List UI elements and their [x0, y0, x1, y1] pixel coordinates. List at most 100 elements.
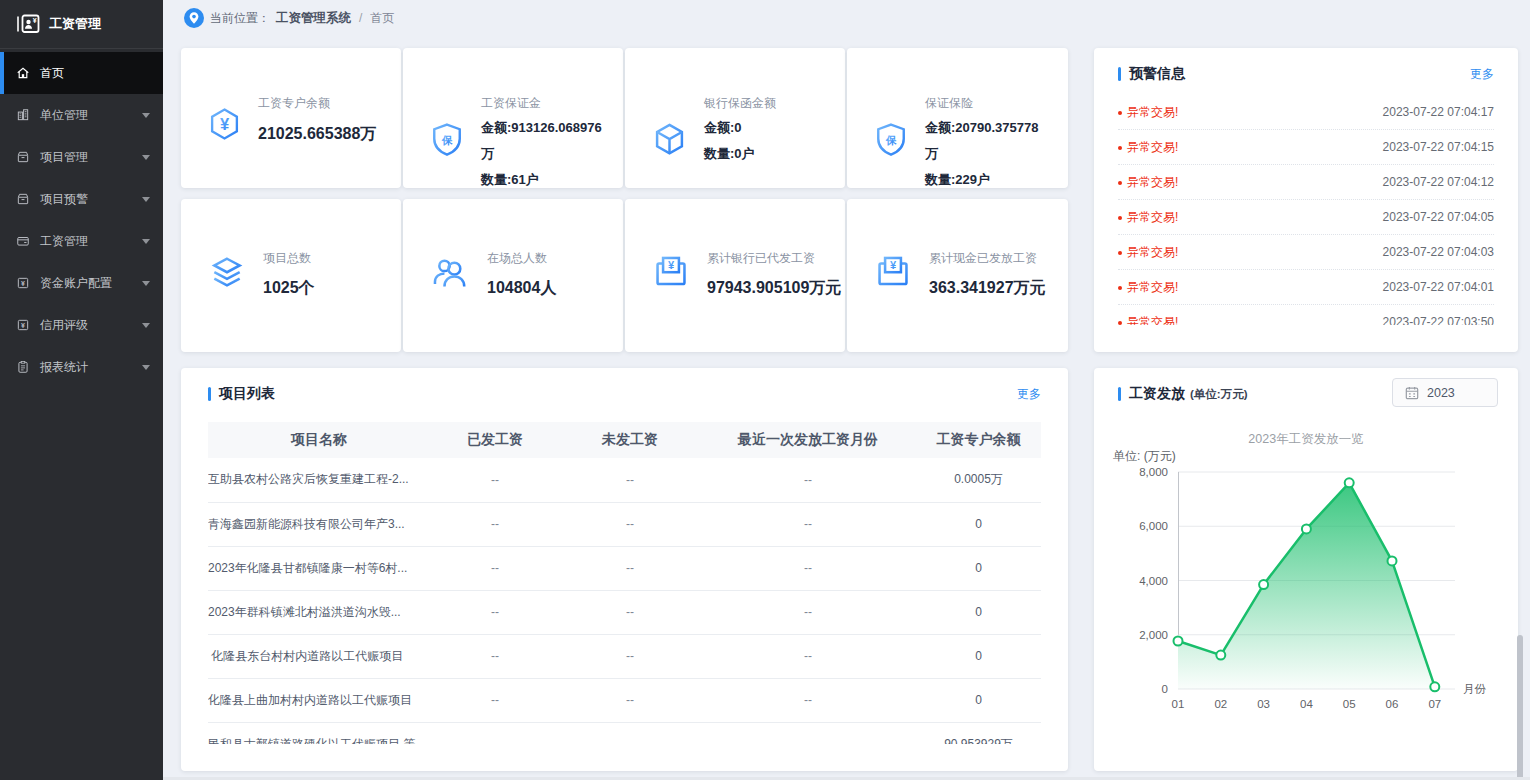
stat-label: 累计现金已发放工资 [929, 250, 1066, 267]
chevron-down-icon [142, 197, 150, 202]
wallet-icon [16, 234, 30, 248]
yen-square-icon: ¥ [16, 276, 30, 290]
cell-last-month: -- [700, 634, 916, 678]
sidebar-menu: 首页 单位管理 项目管理 项目预警 工资管理 [0, 49, 163, 388]
calendar-icon [1405, 386, 1419, 400]
alert-dot-icon [1118, 251, 1122, 255]
vertical-scrollbar-thumb[interactable] [1517, 635, 1523, 780]
cell-balance: 90.953929万 [916, 722, 1041, 744]
box-icon [16, 150, 30, 164]
salary-chart-panel: 工资发放 (单位:万元) 2023 2023年工资发放一览 单位: (万元) 0… [1094, 368, 1518, 771]
alert-item[interactable]: 异常交易! 2023-07-22 07:04:12 [1118, 165, 1494, 200]
alert-text: 异常交易! [1127, 174, 1178, 191]
alerts-list: 异常交易!2023-07-22 07:04:17 异常交易!2023-07-22… [1118, 95, 1494, 325]
stat-card-salary-deposit: 保 工资保证金金额:913126.068976万数量:61户 [403, 48, 623, 188]
svg-text:2,000: 2,000 [1139, 629, 1168, 641]
cell-unpaid: -- [560, 590, 700, 634]
table-row[interactable]: 民和县古鄯镇道路硬化以工代赈项目 等------90.953929万 [208, 722, 1041, 744]
table-row[interactable]: 2023年化隆县甘都镇隆康一村等6村...------0 [208, 546, 1041, 590]
alert-dot-icon [1118, 216, 1122, 220]
home-icon [16, 66, 30, 80]
panel-title-bar [1118, 387, 1121, 401]
alert-time: 2023-07-22 07:04:17 [1383, 105, 1494, 119]
col-last-month: 最近一次发放工资月份 [700, 422, 916, 458]
cell-project-name: 2023年群科镇滩北村溢洪道沟水毁... [208, 590, 430, 634]
stat-card-salary-account-balance: ¥ 工资专户余额21025.665388万 [181, 48, 401, 188]
svg-text:¥: ¥ [21, 322, 25, 329]
cell-balance: 0 [916, 502, 1041, 546]
sidebar-item-project-warning[interactable]: 项目预警 [0, 178, 163, 220]
breadcrumb-root[interactable]: 工资管理系统 [276, 10, 351, 27]
col-project-name: 项目名称 [208, 422, 430, 458]
sidebar-item-label: 首页 [40, 65, 64, 82]
salary-chart-unit: (单位:万元) [1190, 387, 1248, 402]
alert-item[interactable]: 异常交易!2023-07-22 07:04:15 [1118, 130, 1494, 165]
svg-text:04: 04 [1300, 698, 1313, 710]
sidebar-item-fund-account[interactable]: ¥ 资金账户配置 [0, 262, 163, 304]
panel-title-bar [1118, 67, 1121, 81]
projects-table: 项目名称 已发工资 未发工资 最近一次发放工资月份 工资专户余额 互助县农村公路… [208, 422, 1041, 744]
chevron-down-icon [142, 281, 150, 286]
year-selector[interactable]: 2023 [1392, 378, 1498, 407]
alert-item[interactable]: 异常交易!2023-07-22 07:03:50 [1118, 305, 1494, 325]
sidebar-item-reports[interactable]: 报表统计 [0, 346, 163, 388]
breadcrumb-separator: / [359, 11, 362, 25]
alert-item[interactable]: 异常交易!2023-07-22 07:04:03 [1118, 235, 1494, 270]
chevron-down-icon [142, 113, 150, 118]
svg-text:06: 06 [1386, 698, 1399, 710]
cell-last-month: -- [700, 458, 916, 502]
chart-title: 2023年工资发放一览 [1094, 431, 1518, 448]
cell-last-month: -- [700, 546, 916, 590]
sidebar-item-units[interactable]: 单位管理 [0, 94, 163, 136]
stat-label: 在场总人数 [487, 250, 621, 267]
alert-time: 2023-07-22 07:04:12 [1383, 175, 1494, 189]
alerts-panel: 预警信息 更多 异常交易!2023-07-22 07:04:17 异常交易!20… [1094, 48, 1518, 352]
col-balance: 工资专户余额 [916, 422, 1041, 458]
logo-icon: ¥ [16, 13, 42, 35]
stat-value: 363.341927万元 [929, 278, 1066, 299]
alert-text: 异常交易! [1127, 244, 1178, 261]
sidebar-item-home[interactable]: 首页 [0, 52, 163, 94]
stat-card-bank-paid-total: ¥ 累计银行已代发工资97943.905109万元 [625, 199, 845, 352]
chevron-down-icon [142, 239, 150, 244]
cell-balance: 0.0005万 [916, 458, 1041, 502]
cell-balance: 0 [916, 590, 1041, 634]
alert-item[interactable]: 异常交易!2023-07-22 07:04:01 [1118, 270, 1494, 305]
alert-dot-icon [1118, 146, 1122, 150]
shield-bao-icon: 保 [874, 121, 908, 158]
sidebar-item-label: 报表统计 [40, 359, 88, 376]
alert-item[interactable]: 异常交易!2023-07-22 07:04:17 [1118, 95, 1494, 130]
clipboard-icon [16, 360, 30, 374]
people-icon [430, 254, 470, 292]
sidebar-item-salary[interactable]: 工资管理 [0, 220, 163, 262]
alert-item[interactable]: 异常交易!2023-07-22 07:04:05 [1118, 200, 1494, 235]
cell-paid: -- [430, 678, 560, 722]
table-row[interactable]: 青海鑫园新能源科技有限公司年产3...------0 [208, 502, 1041, 546]
col-paid: 已发工资 [430, 422, 560, 458]
table-row[interactable]: 互助县农村公路灾后恢复重建工程-2...------0.0005万 [208, 458, 1041, 502]
table-header-row: 项目名称 已发工资 未发工资 最近一次发放工资月份 工资专户余额 [208, 422, 1041, 458]
alert-text: 异常交易! [1127, 279, 1178, 296]
cell-balance: 0 [916, 634, 1041, 678]
cell-balance: 0 [916, 678, 1041, 722]
sidebar-item-label: 工资管理 [40, 233, 88, 250]
stat-label: 累计银行已代发工资 [707, 250, 843, 267]
sidebar-item-credit-rating[interactable]: ¥ 信用评级 [0, 304, 163, 346]
table-row[interactable]: 化隆县上曲加村村内道路以工代赈项目------0 [208, 678, 1041, 722]
chevron-down-icon [142, 365, 150, 370]
cell-project-name: 青海鑫园新能源科技有限公司年产3... [208, 502, 430, 546]
projects-more-link[interactable]: 更多 [1017, 386, 1041, 403]
alert-time: 2023-07-22 07:04:15 [1383, 140, 1494, 154]
stat-label: 工资专户余额 [258, 95, 399, 112]
cell-project-name: 2023年化隆县甘都镇隆康一村等6村... [208, 546, 430, 590]
sidebar-item-projects[interactable]: 项目管理 [0, 136, 163, 178]
table-row[interactable]: 2023年群科镇滩北村溢洪道沟水毁...------0 [208, 590, 1041, 634]
alerts-more-link[interactable]: 更多 [1470, 66, 1494, 83]
stat-amount: 金额:0 [704, 115, 826, 141]
cell-project-name: 化隆县上曲加村村内道路以工代赈项目 [208, 678, 430, 722]
table-row[interactable]: 化隆县东台村村内道路以工代赈项目------0 [208, 634, 1041, 678]
sidebar-item-label: 项目预警 [40, 191, 88, 208]
svg-text:月份: 月份 [1463, 683, 1487, 695]
stat-count: 数量:229户 [925, 167, 1047, 193]
location-pin-icon [184, 8, 204, 28]
